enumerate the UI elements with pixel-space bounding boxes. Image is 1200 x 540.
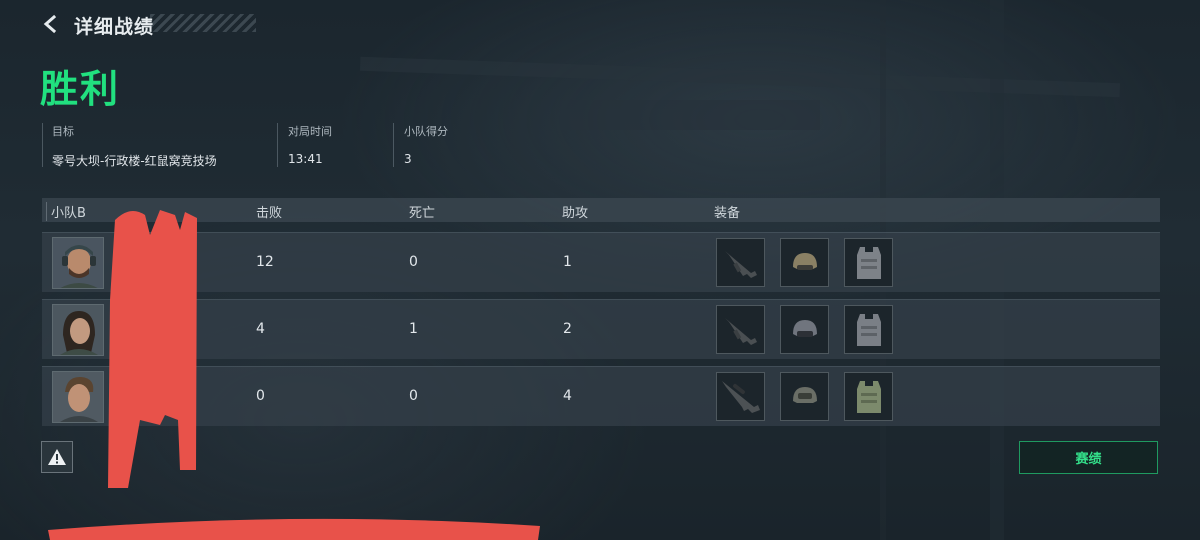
warning-icon <box>48 449 66 465</box>
armor-vest-icon <box>856 313 881 346</box>
player-avatar <box>52 237 104 289</box>
kills-value: 12 <box>256 254 274 270</box>
assists-value: 2 <box>563 321 572 337</box>
helmet-icon <box>792 252 817 270</box>
info-score-label: 小队得分 <box>404 125 448 138</box>
equipment-slot-armor[interactable] <box>844 372 893 421</box>
armor-vest-icon <box>856 380 881 413</box>
sniper-rifle-icon <box>721 380 760 413</box>
deaths-value: 0 <box>409 254 418 270</box>
info-score: 小队得分 3 <box>393 123 448 167</box>
header-kills: 击败 <box>256 206 283 221</box>
player-avatar <box>52 371 104 423</box>
rifle-icon <box>724 317 757 345</box>
player-avatar <box>52 304 104 356</box>
info-duration-label: 对局时间 <box>288 125 332 138</box>
info-target-value: 零号大坝-行政楼-红鼠窝竞技场 <box>52 154 217 168</box>
equipment-slot-armor[interactable] <box>844 238 893 287</box>
deaths-value: 0 <box>409 388 418 404</box>
header-decoration <box>150 14 256 32</box>
equipment-slot-armor[interactable] <box>844 305 893 354</box>
table-row[interactable]: 4 1 2 <box>42 299 1160 359</box>
equipment-slot-weapon[interactable] <box>716 305 765 354</box>
kills-value: 0 <box>256 388 265 404</box>
table-row[interactable]: 0 0 4 <box>42 366 1160 426</box>
table-header: 小队B 击败 死亡 助攻 装备 <box>42 198 1160 222</box>
equipment-slot-helmet[interactable] <box>780 305 829 354</box>
equipment-slot-weapon[interactable] <box>716 238 765 287</box>
divider <box>42 123 43 167</box>
equipment-slot-helmet[interactable] <box>780 372 829 421</box>
info-score-value: 3 <box>404 152 412 166</box>
deaths-value: 1 <box>409 321 418 337</box>
armor-vest-icon <box>856 246 881 279</box>
info-duration-value: 13:41 <box>288 152 323 166</box>
equipment-slot-weapon[interactable] <box>716 372 765 421</box>
report-button[interactable] <box>41 441 73 473</box>
header-assists: 助攻 <box>562 206 589 221</box>
header-team: 小队B <box>46 202 86 221</box>
rifle-icon <box>724 250 757 278</box>
header-equipment: 装备 <box>714 206 741 221</box>
helmet-icon <box>792 319 817 337</box>
info-target: 目标 零号大坝-行政楼-红鼠窝竞技场 <box>42 123 217 168</box>
info-duration: 对局时间 13:41 <box>277 123 332 167</box>
helmet-icon <box>792 386 817 403</box>
kills-value: 4 <box>256 321 265 337</box>
table-row[interactable]: 12 0 1 <box>42 232 1160 292</box>
header-deaths: 死亡 <box>409 206 436 221</box>
assists-value: 1 <box>563 254 572 270</box>
match-result: 胜利 <box>40 67 121 111</box>
record-button[interactable]: 赛绩 <box>1019 441 1158 474</box>
background-structure <box>560 100 820 130</box>
page-title: 详细战绩 <box>74 16 155 38</box>
equipment-slot-helmet[interactable] <box>780 238 829 287</box>
info-target-label: 目标 <box>52 125 74 138</box>
background-beam <box>359 56 1121 98</box>
chevron-left-icon <box>43 14 57 34</box>
back-button[interactable] <box>40 13 62 35</box>
assists-value: 4 <box>563 388 572 404</box>
